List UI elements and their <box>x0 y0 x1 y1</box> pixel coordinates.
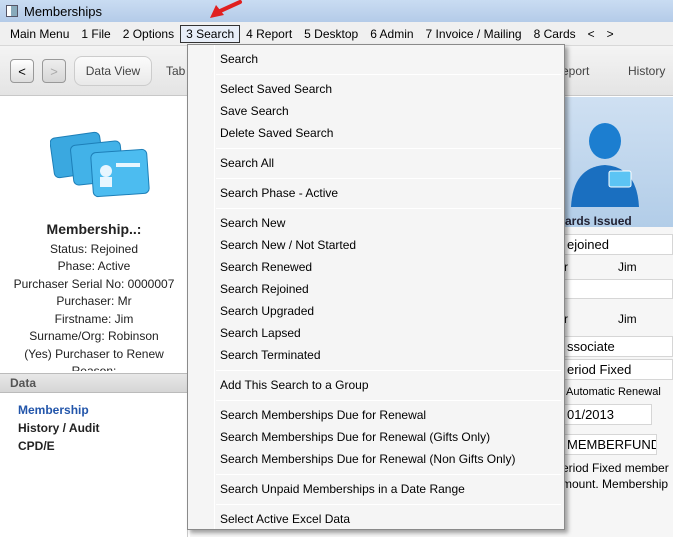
menu-search[interactable]: 3 Search <box>180 24 241 43</box>
status-field[interactable]: ejoined <box>562 234 673 255</box>
dd-due-for-renewal-non-gifts[interactable]: Search Memberships Due for Renewal (Non … <box>220 452 515 466</box>
user-card-icon <box>571 123 639 207</box>
menu-separator <box>216 370 561 371</box>
back-button[interactable]: < <box>10 59 34 83</box>
forward-button[interactable]: > <box>42 59 66 83</box>
member-purchaser: Purchaser: Mr <box>56 294 132 308</box>
red-arrow-icon <box>210 0 242 18</box>
menu-separator <box>216 74 561 75</box>
member-surname: Surname/Org: Robinson <box>29 329 159 343</box>
dd-search-all[interactable]: Search All <box>220 156 274 170</box>
period-field[interactable]: eriod Fixed <box>562 359 673 380</box>
menu-cards[interactable]: 8 Cards <box>528 25 582 43</box>
dd-search-renewed[interactable]: Search Renewed <box>220 260 312 274</box>
tab-button[interactable]: Tab <box>166 56 185 86</box>
menu-desktop[interactable]: 5 Desktop <box>298 25 364 43</box>
dd-save-search[interactable]: Save Search <box>220 104 289 118</box>
data-item-cpd[interactable]: CPD/E <box>18 437 100 455</box>
dd-unpaid-date-range[interactable]: Search Unpaid Memberships in a Date Rang… <box>220 482 465 496</box>
automatic-renewal-label: Automatic Renewal <box>566 386 661 398</box>
history-tab[interactable]: History <box>628 56 665 86</box>
menu-report[interactable]: 4 Report <box>240 25 298 43</box>
dd-search-new-not-started[interactable]: Search New / Not Started <box>220 238 356 252</box>
report-tab[interactable]: eport <box>562 56 589 86</box>
menu-invoice-mailing[interactable]: 7 Invoice / Mailing <box>420 25 528 43</box>
dd-search-new[interactable]: Search New <box>220 216 285 230</box>
data-view-tab[interactable]: Data View <box>74 56 152 86</box>
member-serial: Purchaser Serial No: 0000007 <box>13 276 175 291</box>
cards-issued-label: ards Issued <box>565 214 632 228</box>
dd-search-phase-active[interactable]: Search Phase - Active <box>220 186 338 200</box>
menu-main-menu[interactable]: Main Menu <box>4 25 75 43</box>
member-phase: Phase: Active <box>57 259 131 273</box>
member-firstname: Firstname: Jim <box>54 311 134 326</box>
title-bar: Memberships <box>0 0 673 22</box>
member-reason: Reason: <box>71 364 117 371</box>
member-renew: (Yes) Purchaser to Renew <box>24 346 164 361</box>
data-item-history-audit[interactable]: History / Audit <box>18 419 100 437</box>
dd-add-search-to-group[interactable]: Add This Search to a Group <box>220 378 369 392</box>
menu-scroll-right[interactable]: > <box>601 25 620 43</box>
menu-separator <box>216 208 561 209</box>
menu-file[interactable]: 1 File <box>75 25 116 43</box>
dd-search-rejoined[interactable]: Search Rejoined <box>220 282 309 296</box>
menu-bar: Main Menu 1 File 2 Options 3 Search 4 Re… <box>0 22 673 46</box>
menu-gutter <box>214 45 215 529</box>
left-panel: Membership..: Status: Rejoined Phase: Ac… <box>0 97 188 537</box>
name-value-1: Jim <box>618 260 637 274</box>
dd-select-saved-search[interactable]: Select Saved Search <box>220 82 332 96</box>
dd-due-for-renewal[interactable]: Search Memberships Due for Renewal <box>220 408 426 422</box>
menu-admin[interactable]: 6 Admin <box>364 25 419 43</box>
name-value-2: Jim <box>618 312 637 326</box>
menu-separator <box>216 148 561 149</box>
data-section-header: Data <box>0 373 188 393</box>
data-list: Membership History / Audit CPD/E <box>18 401 100 455</box>
blank-field[interactable] <box>562 279 673 299</box>
member-status: Status: Rejoined <box>49 241 139 256</box>
date-field[interactable]: 01/2013 <box>562 404 652 425</box>
note-line-2: mount. Membership <box>562 477 669 491</box>
dd-select-active-excel-data[interactable]: Select Active Excel Data <box>220 512 350 526</box>
dd-search-upgraded[interactable]: Search Upgraded <box>220 304 314 318</box>
fund-field[interactable]: MEMBERFUND <box>562 434 657 455</box>
dd-due-for-renewal-gifts[interactable]: Search Memberships Due for Renewal (Gift… <box>220 430 490 444</box>
menu-separator <box>216 400 561 401</box>
menu-options[interactable]: 2 Options <box>117 25 180 43</box>
dd-search-terminated[interactable]: Search Terminated <box>220 348 321 362</box>
membership-type-field[interactable]: ssociate <box>562 336 673 357</box>
menu-separator <box>216 474 561 475</box>
menu-scroll-left[interactable]: < <box>582 25 601 43</box>
note-line-1: eriod Fixed member <box>562 461 669 475</box>
data-item-membership[interactable]: Membership <box>18 401 100 419</box>
membership-cards-icon <box>50 131 150 198</box>
member-heading: Membership..: <box>46 221 142 237</box>
dd-search[interactable]: Search <box>220 52 258 66</box>
menu-separator <box>216 178 561 179</box>
window-title: Memberships <box>24 3 103 19</box>
menu-separator <box>216 504 561 505</box>
dd-delete-saved-search[interactable]: Delete Saved Search <box>220 126 333 140</box>
member-summary: Membership..: Status: Rejoined Phase: Ac… <box>0 221 188 371</box>
search-dropdown-menu: Search Select Saved Search Save Search D… <box>187 44 565 530</box>
app-icon <box>6 5 18 17</box>
dd-search-lapsed[interactable]: Search Lapsed <box>220 326 301 340</box>
